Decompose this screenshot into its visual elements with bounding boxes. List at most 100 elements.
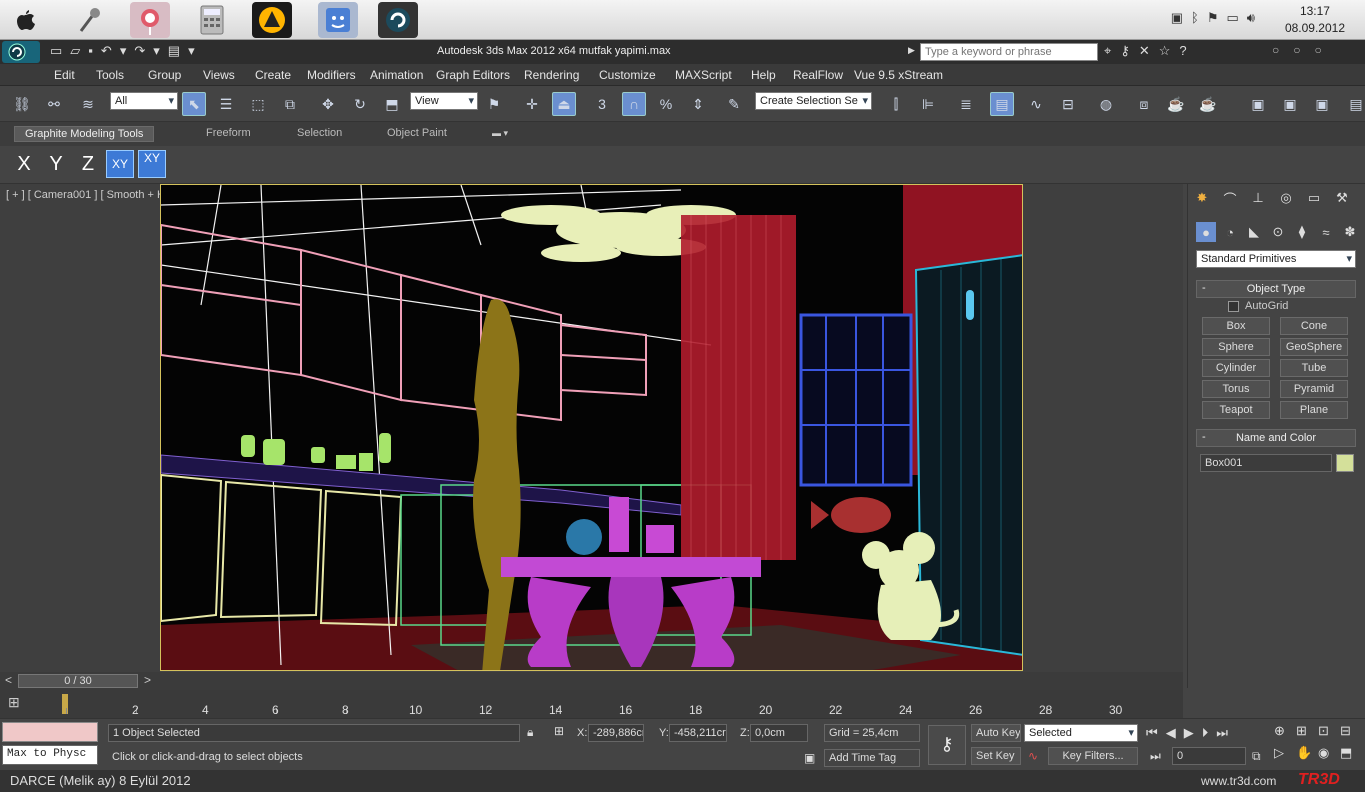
finder-icon[interactable] [318,2,358,38]
time-slider[interactable]: < 0 / 30 > [0,672,1183,690]
create-tab-icon[interactable]: ✸ [1192,188,1212,208]
lights-icon[interactable]: ◣ [1244,222,1264,242]
go-to-end-icon[interactable]: ⏭ [1216,725,1228,741]
manipulate-icon[interactable]: ✛ [520,92,544,116]
prev-frame-arrow-icon[interactable]: < [5,673,12,687]
binoculars-icon[interactable]: ⌖ [1104,43,1111,59]
zoom-all-icon[interactable]: ⊞ [1296,723,1318,739]
search-input[interactable] [920,43,1098,61]
link-icon[interactable]: ⛓ [10,92,34,116]
axis-y-button[interactable]: Y [42,150,70,178]
menu-vue[interactable]: Vue 9.5 xStream [854,68,943,82]
menu-rendering[interactable]: Rendering [524,68,579,82]
plugin-sd-icon[interactable]: ▣ [1246,92,1270,116]
next-frame-icon[interactable]: ⏵ [1202,725,1209,741]
3dsmax-icon[interactable] [378,2,418,38]
menu-group[interactable]: Group [148,68,181,82]
object-name-input[interactable]: Box001 [1200,454,1332,472]
percent-snap-icon[interactable]: % [654,92,678,116]
menu-maxscript[interactable]: MAXScript [675,68,732,82]
open-file-icon[interactable]: ▱ [70,43,80,59]
schematic-view-icon[interactable]: ⊟ [1056,92,1080,116]
edit-named-selection-icon[interactable]: ✎ [722,92,746,116]
time-tag-icon[interactable]: ▣ [804,751,815,765]
time-slider-handle[interactable]: 0 / 30 [18,674,138,688]
sphere-button[interactable]: Sphere [1202,338,1270,356]
key-icon[interactable]: ⚷ [1120,43,1130,59]
z-coordinate-field[interactable]: 0,0cm [750,724,808,742]
absolute-mode-icon[interactable]: ⊞ [554,724,564,738]
menu-realflow[interactable]: RealFlow [793,68,843,82]
reference-coordinate-dropdown[interactable]: View [410,92,478,110]
key-mode-toggle-icon[interactable]: ⏭ [1150,749,1161,764]
display-tab-icon[interactable]: ▭ [1304,188,1324,208]
scale-icon[interactable]: ⬒ [380,92,404,116]
window-crossing-icon[interactable]: ⧉ [278,92,302,116]
new-file-icon[interactable]: ▭ [50,43,62,59]
cone-button[interactable]: Cone [1280,317,1348,335]
save-icon[interactable]: ▪ [88,43,93,59]
selection-filter-dropdown[interactable]: All [110,92,178,110]
microphone-icon[interactable] [68,2,108,38]
go-to-start-icon[interactable]: ⏮ [1146,725,1158,741]
zoom-icon[interactable]: ⊕ [1274,723,1296,739]
dropdown-icon[interactable]: ▾ [188,43,195,59]
minimize-icon[interactable]: ○ [1272,43,1279,57]
plane-button[interactable]: Plane [1280,401,1348,419]
rectangular-selection-icon[interactable]: ⬚ [246,92,270,116]
autogrid-checkbox[interactable] [1228,300,1239,312]
volume-icon[interactable]: 🔊︎ [1247,10,1255,26]
network-icon[interactable]: ▣ [1171,10,1183,26]
geometry-icon[interactable]: ● [1196,222,1216,242]
search-arrow-icon[interactable]: ▶ [908,45,915,56]
y-coordinate-field[interactable]: -458,211cr [669,724,727,742]
zoom-extents-icon[interactable]: ⊡ [1318,723,1340,739]
ribbon-options-icon[interactable]: ▬ ▾ [492,128,508,139]
rotate-icon[interactable]: ↻ [348,92,372,116]
menu-edit[interactable]: Edit [54,68,75,82]
select-object-icon[interactable]: ⬉ [182,92,206,116]
time-configuration-icon[interactable]: ⧉ [1252,749,1261,764]
motion-tab-icon[interactable]: ◎ [1276,188,1296,208]
pyramid-button[interactable]: Pyramid [1280,380,1348,398]
menu-modifiers[interactable]: Modifiers [307,68,356,82]
spacewarps-icon[interactable]: ≈ [1316,222,1336,242]
teapot-button[interactable]: Teapot [1202,401,1270,419]
next-frame-arrow-icon[interactable]: > [144,673,151,687]
render-setup-icon[interactable]: ⧈ [1132,92,1156,116]
cylinder-button[interactable]: Cylinder [1202,359,1270,377]
camera-viewport[interactable] [160,184,1023,671]
key-mode-dropdown[interactable]: Selected [1024,724,1138,742]
menu-views[interactable]: Views [203,68,235,82]
cameras-icon[interactable]: ⊙ [1268,222,1288,242]
play-icon[interactable]: ▶ [1184,725,1194,741]
object-color-swatch[interactable] [1336,454,1354,472]
axis-z-button[interactable]: Z [74,150,102,178]
menu-graph-editors[interactable]: Graph Editors [436,68,510,82]
x-coordinate-field[interactable]: -289,886cr [588,724,644,742]
vlc-icon[interactable] [252,2,292,38]
torus-button[interactable]: Torus [1202,380,1270,398]
plugin-sd3-icon[interactable]: ▣ [1310,92,1334,116]
add-time-tag-button[interactable]: Add Time Tag [824,749,920,767]
previous-frame-icon[interactable]: ◀ [1166,725,1176,741]
unlink-icon[interactable]: ⚯ [42,92,66,116]
dropdown-icon[interactable]: ▾ [153,43,160,59]
move-icon[interactable]: ✥ [316,92,340,116]
close-icon[interactable]: ○ [1315,43,1322,57]
render-production-icon[interactable]: ☕ [1196,92,1220,116]
box-button[interactable]: Box [1202,317,1270,335]
systems-icon[interactable]: ✽ [1340,222,1360,242]
track-bar[interactable]: ⊞ 2 4 6 8 10 12 14 16 18 20 22 24 26 28 … [0,690,1183,718]
modify-tab-icon[interactable]: ⌒ [1220,188,1240,208]
primitive-category-dropdown[interactable]: Standard Primitives [1196,250,1356,268]
menu-tools[interactable]: Tools [96,68,124,82]
snap-toggle-icon[interactable]: 3 [590,92,614,116]
mini-curve-editor-icon[interactable]: ⊞ [8,694,32,714]
tab-selection[interactable]: Selection [287,126,352,140]
align-icon[interactable]: ⊫ [916,92,940,116]
curve-editor-icon[interactable]: ∿ [1024,92,1048,116]
pan-icon[interactable]: ✋ [1296,745,1318,761]
set-key-button[interactable]: Set Key [971,747,1021,765]
tab-object-paint[interactable]: Object Paint [377,126,457,140]
